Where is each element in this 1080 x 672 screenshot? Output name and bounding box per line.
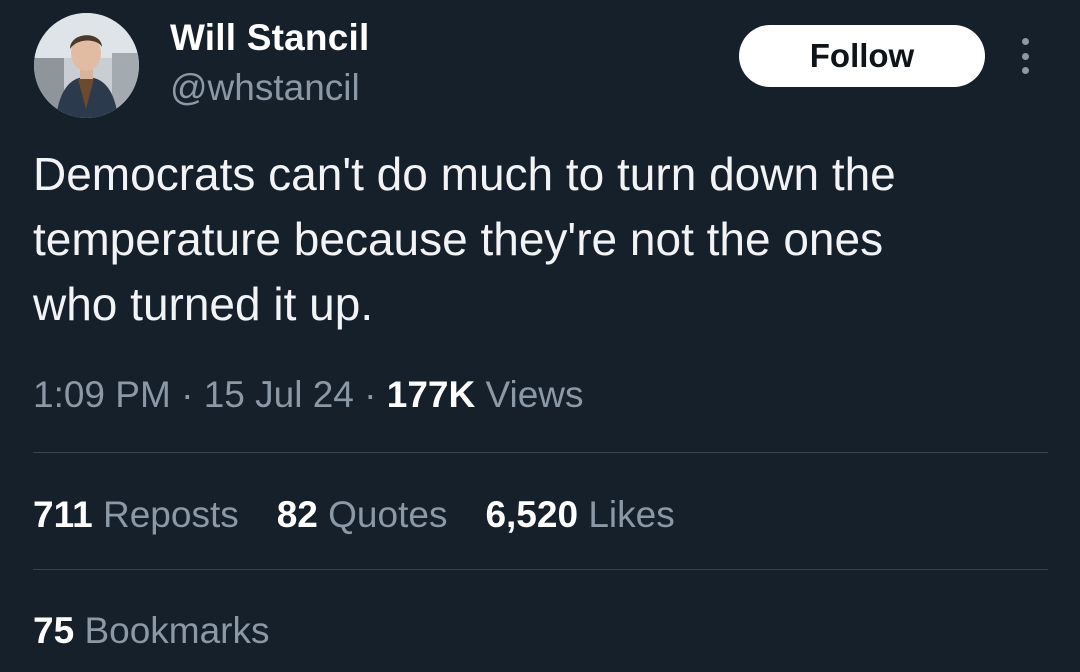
likes-label: Likes (588, 494, 675, 535)
more-options-button[interactable] (1010, 36, 1040, 76)
likes-count: 6,520 (485, 494, 579, 535)
tweet-date[interactable]: 15 Jul 24 (204, 374, 354, 415)
profile-photo-icon (34, 13, 139, 118)
bookmarks-count: 75 (33, 610, 75, 651)
tweet-text: Democrats can't do much to turn down the… (33, 142, 1043, 337)
avatar[interactable] (34, 13, 139, 118)
tweet-text-line: Democrats can't do much to turn down the (33, 148, 896, 200)
more-vertical-icon (1021, 38, 1029, 45)
bookmarks-stat[interactable]: 75 Bookmarks (33, 608, 270, 654)
author-display-name[interactable]: Will Stancil (170, 16, 369, 60)
quotes-stat[interactable]: 82 Quotes (277, 492, 448, 538)
meta-separator: · (364, 374, 377, 415)
follow-button[interactable]: Follow (739, 25, 985, 87)
tweet-text-line: who turned it up. (33, 278, 374, 330)
views-label: Views (485, 374, 584, 415)
quotes-count: 82 (276, 494, 318, 535)
engagement-stats: 711 Reposts 82 Quotes 6,520 Likes (33, 492, 713, 538)
views-count: 177K (386, 374, 476, 415)
divider (33, 569, 1048, 570)
quotes-label: Quotes (328, 494, 448, 535)
more-vertical-icon (1021, 52, 1029, 60)
reposts-stat[interactable]: 711 Reposts (33, 492, 239, 538)
reposts-label: Reposts (102, 494, 239, 535)
author-handle[interactable]: @whstancil (170, 66, 360, 110)
tweet-text-line: temperature because they're not the ones (33, 213, 884, 265)
bookmarks-label: Bookmarks (84, 610, 270, 651)
tweet-time[interactable]: 1:09 PM (33, 374, 171, 415)
likes-stat[interactable]: 6,520 Likes (485, 492, 674, 538)
reposts-count: 711 (33, 494, 93, 535)
divider (33, 452, 1048, 453)
tweet-meta: 1:09 PM · 15 Jul 24 · 177K Views (33, 372, 584, 418)
more-vertical-icon (1021, 67, 1029, 74)
meta-separator: · (181, 374, 194, 415)
